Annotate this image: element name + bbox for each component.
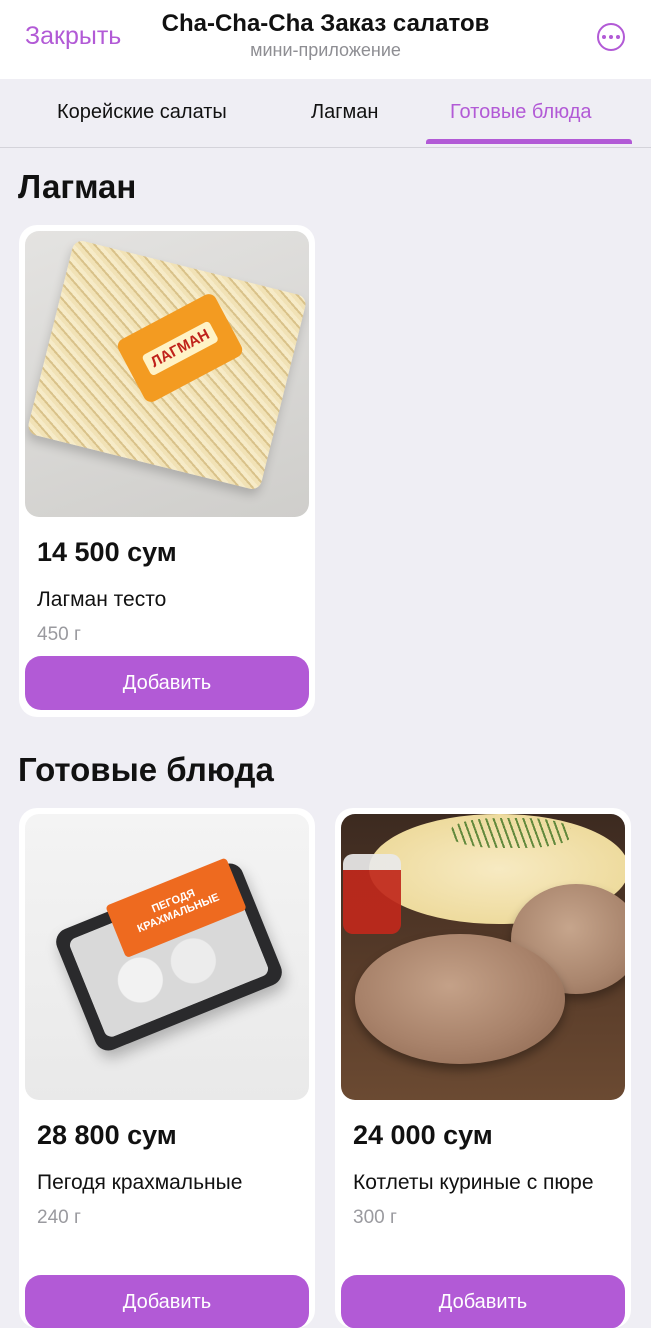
product-weight: 300 г	[353, 1207, 397, 1228]
product-card: ЛАГМАН 14 500 сум Лагман тесто 450 г Доб…	[19, 225, 315, 717]
dot	[609, 35, 613, 39]
category-tabs: Корейские салаты Лагман Готовые блюда	[0, 79, 651, 148]
product-weight: 450 г	[37, 624, 81, 645]
cutlet-graphic	[355, 934, 565, 1064]
pegodya-tray-image: ПЕГОДЯ КРАХМАЛЬНЫЕ	[25, 814, 309, 1100]
product-name: Пегодя крахмальные	[37, 1171, 243, 1194]
sauce-cup-graphic	[343, 854, 401, 934]
tab-ready-meals[interactable]: Готовые блюда	[450, 101, 592, 124]
title-block: Cha-Cha-Cha Заказ салатов мини-приложени…	[0, 10, 651, 61]
product-price: 14 500 сум	[37, 537, 177, 567]
app-subtitle: мини-приложение	[250, 40, 401, 60]
dot	[616, 35, 620, 39]
more-options-icon[interactable]	[597, 23, 625, 51]
active-tab-indicator	[426, 139, 632, 144]
tab-lagman[interactable]: Лагман	[311, 101, 378, 124]
lagman-pack-image: ЛАГМАН	[25, 231, 309, 517]
section-title-lagman: Лагман	[18, 168, 137, 205]
product-weight: 240 г	[37, 1207, 81, 1228]
add-button[interactable]: Добавить	[25, 1275, 309, 1328]
tab-korean-salads[interactable]: Корейские салаты	[57, 101, 227, 124]
app-title: Cha-Cha-Cha Заказ салатов	[161, 10, 490, 37]
product-name: Лагман тесто	[37, 588, 167, 611]
product-name: Котлеты куриные с пюре	[353, 1171, 594, 1194]
dill-graphic	[451, 818, 571, 848]
add-button[interactable]: Добавить	[25, 656, 309, 710]
cutlets-puree-image	[341, 814, 625, 1100]
add-button[interactable]: Добавить	[341, 1275, 625, 1328]
product-price: 24 000 сум	[353, 1120, 493, 1150]
product-card: ПЕГОДЯ КРАХМАЛЬНЫЕ 28 800 сум Пегодя кра…	[19, 808, 315, 1328]
top-bar: Закрыть Cha-Cha-Cha Заказ салатов мини-п…	[0, 0, 651, 79]
product-price: 28 800 сум	[37, 1120, 177, 1150]
product-card: 24 000 сум Котлеты куриные с пюре 300 г …	[335, 808, 631, 1328]
pack-label-text: ЛАГМАН	[141, 319, 219, 377]
section-title-ready-meals: Готовые блюда	[18, 751, 274, 788]
tray-graphic: ПЕГОДЯ КРАХМАЛЬНЫЕ	[51, 857, 287, 1055]
dot	[602, 35, 606, 39]
